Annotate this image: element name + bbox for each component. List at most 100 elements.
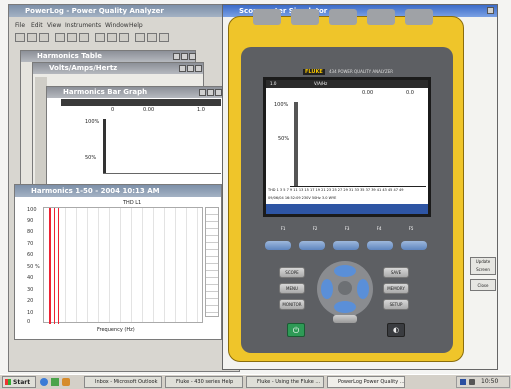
tray-volume-icon xyxy=(469,379,475,385)
memory-button[interactable]: MEMORY xyxy=(383,283,409,294)
toolbar-chart-button[interactable] xyxy=(119,33,129,42)
harmonic-bar-3 xyxy=(58,208,59,324)
screen-fkey-5: F5 xyxy=(408,226,414,231)
toolbar-about-button[interactable] xyxy=(159,33,169,42)
toolbar-save-button[interactable] xyxy=(39,33,49,42)
setup-button[interactable]: SETUP xyxy=(383,299,409,310)
tray-network-icon xyxy=(460,379,466,385)
toolbar-help-button[interactable] xyxy=(147,33,157,42)
y-tick-40: 40 xyxy=(27,275,34,281)
screen-label-mid: 50% xyxy=(278,136,290,142)
f3-button[interactable] xyxy=(333,241,359,250)
screen-header-a: 1.0 xyxy=(270,81,277,86)
toolbar-zoom-out-button[interactable] xyxy=(107,33,117,42)
screen-fkey-1: F1 xyxy=(280,226,286,231)
connector-2 xyxy=(291,9,319,25)
child-window-3-title: Harmonics Bar Graph xyxy=(47,87,223,98)
bottom-chart-window: Harmonics 1-50 - 2004 10:13 AM THD L1 10… xyxy=(14,184,222,340)
backlight-button[interactable] xyxy=(333,315,357,323)
quick-launch-media-icon[interactable] xyxy=(62,378,70,386)
harmonics-graph-window: Harmonics Bar Graph 0 0.00 1.0 100% 50% xyxy=(46,86,224,186)
close-icon[interactable] xyxy=(195,65,202,72)
f5-button[interactable] xyxy=(401,241,427,250)
f2-button[interactable] xyxy=(299,241,325,250)
toolbar-print-button[interactable] xyxy=(55,33,65,42)
device-screen: 1.0 V/A/Hz 0.00 0.0 100% 50% THD 1 3 5 7… xyxy=(263,77,431,217)
screen-header-b: V/A/Hz xyxy=(314,81,328,86)
toolbar-copy-button[interactable] xyxy=(67,33,77,42)
toolbar-table-button[interactable] xyxy=(135,33,145,42)
save-button[interactable]: SAVE xyxy=(383,267,409,278)
y-tick-30: 30 xyxy=(27,287,34,293)
screen-label-top: 100% xyxy=(274,102,289,108)
quick-launch-desktop-icon[interactable] xyxy=(51,378,59,386)
graph-value-3: 1.0 xyxy=(197,107,205,113)
screen-fkey-bar xyxy=(266,204,428,214)
toolbar-open-button[interactable] xyxy=(27,33,37,42)
toolbar-zoom-in-button[interactable] xyxy=(95,33,105,42)
menu-instruments[interactable]: Instruments xyxy=(65,22,101,29)
toolbar-paste-button[interactable] xyxy=(79,33,89,42)
x-axis-label: Frequency (Hz) xyxy=(97,327,135,333)
f1-button[interactable] xyxy=(265,241,291,250)
monitor-button[interactable]: MONITOR xyxy=(279,299,305,310)
screen-value-2: 0.0 xyxy=(406,90,414,96)
harmonic-bar-1 xyxy=(49,208,51,324)
screen-header-bar xyxy=(266,80,428,88)
system-tray: 10:50 xyxy=(456,376,510,388)
maximize-icon[interactable] xyxy=(181,53,188,60)
y-tick-70: 70 xyxy=(27,241,34,247)
power-button[interactable]: ⏻ xyxy=(287,323,305,337)
screen-fkey-2: F2 xyxy=(312,226,318,231)
start-button[interactable]: Start xyxy=(2,376,36,388)
nav-left-arrow-icon[interactable] xyxy=(321,279,333,299)
graph-label-mid: 50% xyxy=(85,155,97,161)
maximize-icon[interactable] xyxy=(207,89,214,96)
y-tick-50: 50 % xyxy=(27,264,40,270)
graph-axis xyxy=(103,173,221,174)
screen-fkey-3: F3 xyxy=(344,226,350,231)
y-tick-100: 100 xyxy=(27,207,37,213)
tray-clock: 10:50 xyxy=(481,378,499,385)
start-label: Start xyxy=(13,379,31,386)
menu-view[interactable]: View xyxy=(47,22,61,29)
close-icon[interactable] xyxy=(189,53,196,60)
update-screen-button[interactable]: Update Screen xyxy=(470,257,496,275)
y-tick-60: 60 xyxy=(27,252,34,258)
connector-3 xyxy=(329,9,357,25)
close-icon[interactable] xyxy=(215,89,222,96)
taskbar-item-fluke-using[interactable]: Fluke - Using the Fluke ... xyxy=(246,376,324,388)
scope-button[interactable]: SCOPE xyxy=(279,267,305,278)
hold-run-icon: ◐ xyxy=(392,326,400,334)
model-name: 434 POWER QUALITY ANALYZER xyxy=(329,69,394,74)
taskbar-item-outlook[interactable]: Inbox - Microsoft Outlook xyxy=(84,376,162,388)
graph-header-bar xyxy=(61,99,221,106)
minimize-icon[interactable] xyxy=(179,65,186,72)
minimize-icon[interactable] xyxy=(199,89,206,96)
screen-main-bar xyxy=(294,102,298,186)
nav-up-arrow-icon[interactable] xyxy=(334,265,356,277)
hold-button[interactable]: ◐ xyxy=(387,323,405,337)
menu-window[interactable]: Window xyxy=(105,22,129,29)
taskbar-item-fluke-help[interactable]: Fluke - 430 series Help xyxy=(165,376,243,388)
menu-help[interactable]: Help xyxy=(129,22,143,29)
nav-enter-button[interactable] xyxy=(338,281,352,295)
toolbar-new-button[interactable] xyxy=(15,33,25,42)
quick-launch-ie-icon[interactable] xyxy=(40,378,48,386)
f4-button[interactable] xyxy=(367,241,393,250)
menu-file[interactable]: File xyxy=(15,22,25,29)
nav-right-arrow-icon[interactable] xyxy=(357,279,369,299)
close-button[interactable]: Close xyxy=(470,279,496,291)
screen-axis xyxy=(290,186,426,187)
minimize-icon[interactable] xyxy=(173,53,180,60)
close-icon[interactable] xyxy=(487,7,494,14)
menu-button[interactable]: MENU xyxy=(279,283,305,294)
connector-4 xyxy=(367,9,395,25)
screen-fkey-4: F4 xyxy=(376,226,382,231)
taskbar-item-powerlog[interactable]: PowerLog Power Quality ... xyxy=(327,376,405,388)
menu-edit[interactable]: Edit xyxy=(31,22,43,29)
maximize-icon[interactable] xyxy=(187,65,194,72)
nav-down-arrow-icon[interactable] xyxy=(334,301,356,313)
chart-plot-area xyxy=(43,207,203,324)
y-tick-90: 90 xyxy=(27,218,34,224)
